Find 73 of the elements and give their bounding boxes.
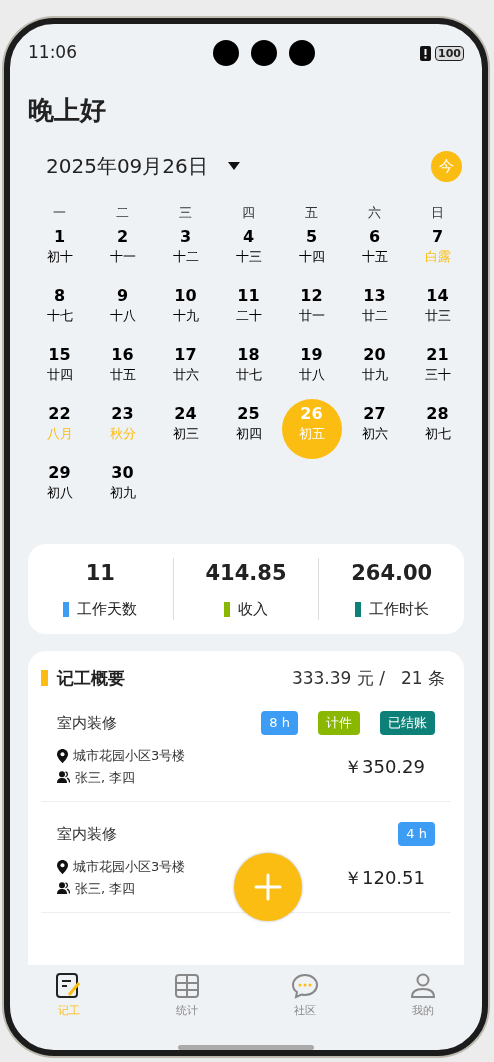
section-marker (41, 670, 48, 686)
people-icon (57, 771, 70, 784)
weekday-label: 四 (241, 204, 256, 222)
calendar-day[interactable]: 28 初七 (407, 399, 468, 459)
record-title: 室内装修 (57, 823, 117, 845)
record-title: 室内装修 (57, 712, 117, 734)
weekday-label: 日 (430, 204, 445, 222)
calendar-day[interactable]: 23 秋分 (92, 399, 153, 459)
calendar-day[interactable]: 18 廿七 (218, 340, 279, 400)
location-pin-icon (57, 859, 68, 874)
stat-value: 264.00 (351, 560, 433, 587)
record-address: 城市花园小区3号楼 (73, 747, 186, 765)
weekday-label: 五 (304, 204, 319, 222)
calendar-day[interactable]: 22 八月 (29, 399, 90, 459)
record-tag: 计件 (318, 711, 360, 735)
people-icon (57, 882, 70, 895)
date-label[interactable]: 2025年09月26日 (46, 151, 208, 181)
stat-label: 工作天数 (77, 599, 138, 620)
section-title: 记工概要 (57, 667, 125, 690)
stat-value: 414.85 (205, 560, 287, 587)
record-amount: ￥120.51 (344, 866, 425, 890)
calendar-day[interactable]: 24 初三 (155, 399, 216, 459)
person-icon (408, 971, 438, 1001)
caret-icon[interactable] (227, 162, 240, 170)
calendar-day[interactable]: 5 十四 (281, 222, 342, 282)
stat-label: 收入 (238, 599, 268, 620)
calendar-day[interactable]: 12 廿一 (281, 281, 342, 341)
greeting-title: 晚上好 (28, 94, 107, 127)
calendar-day[interactable]: 7 白露 (407, 222, 468, 282)
calendar-day[interactable]: 8 十七 (29, 281, 90, 341)
calendar-day[interactable]: 17 廿六 (155, 340, 216, 400)
record-item[interactable]: 室内装修 8 h 计件 已结账 城市花园小区3号楼 张三, 李四 ￥350.29 (41, 691, 451, 802)
record-address: 城市花园小区3号楼 (73, 858, 186, 876)
calendar-day[interactable]: 6 十五 (344, 222, 405, 282)
calendar-day[interactable]: 19 廿八 (281, 340, 342, 400)
stat-label: 工作时长 (368, 599, 429, 620)
calendar-day[interactable]: 30 初九 (92, 458, 153, 518)
record-tag: 已结账 (380, 711, 435, 735)
alert-icon (420, 45, 432, 61)
calendar-day[interactable]: 9 十八 (92, 281, 153, 341)
battery-indicator: 100 (435, 45, 464, 61)
calendar-day[interactable]: 29 初八 (29, 458, 90, 518)
record-workers: 张三, 李四 (75, 768, 136, 787)
calendar-day[interactable]: 15 廿四 (29, 340, 90, 400)
plus-icon (254, 873, 282, 901)
table-icon (172, 971, 202, 1001)
calendar-day[interactable]: 1 初十 (29, 222, 90, 282)
calendar-day[interactable]: 20 廿九 (344, 340, 405, 400)
calendar-day[interactable]: 10 十九 (155, 281, 216, 341)
weekday-label: 三 (178, 204, 193, 222)
record-count: 21 条 (400, 667, 445, 690)
record-tag: 4 h (398, 822, 435, 846)
status-time: 11:06 (28, 41, 77, 65)
calendar-day[interactable]: 27 初六 (344, 399, 405, 459)
record-amount: ￥350.29 (344, 755, 425, 779)
location-pin-icon (57, 748, 68, 763)
weekday-label: 二 (115, 204, 130, 222)
calendar-day[interactable]: 4 十三 (218, 222, 279, 282)
total-amount: 333.39 元 / (291, 667, 385, 690)
record-tag: 8 h (261, 711, 298, 735)
calendar-day[interactable]: 14 廿三 (407, 281, 468, 341)
calendar-day[interactable]: 11 二十 (218, 281, 279, 341)
chat-bubble-icon (290, 971, 320, 1001)
weekday-label: 一 (52, 204, 67, 222)
calendar-day[interactable]: 13 廿二 (344, 281, 405, 341)
record-workers: 张三, 李四 (75, 879, 136, 898)
stat-value: 11 (85, 560, 115, 587)
calendar-day[interactable]: 2 十一 (92, 222, 153, 282)
calendar-day[interactable]: 21 三十 (407, 340, 468, 400)
calendar-day[interactable]: 3 十二 (155, 222, 216, 282)
weekday-label: 六 (367, 204, 382, 222)
calendar-day[interactable]: 25 初四 (218, 399, 279, 459)
calendar-day[interactable]: 16 廿五 (92, 340, 153, 400)
